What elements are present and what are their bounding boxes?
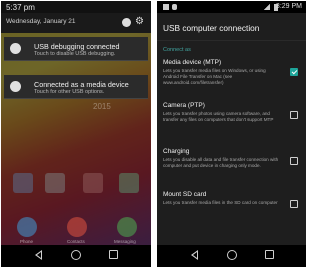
gear-icon[interactable]: ⚙: [135, 17, 145, 27]
app-icon: [45, 173, 65, 193]
option-title: Media device (MTP): [163, 59, 222, 66]
messaging-app-label: Messaging: [114, 239, 136, 244]
camera-checkbox[interactable]: [290, 111, 298, 119]
notification-media-device[interactable]: Connected as a media device Touch for ot…: [4, 75, 148, 99]
back-icon[interactable]: [191, 250, 198, 260]
contacts-app-icon[interactable]: [67, 217, 87, 237]
left-phone-screen: 5:37 pm Wednesday, January 21 ⚙ USB debu…: [1, 1, 151, 267]
mount-sd-checkbox[interactable]: [290, 200, 298, 208]
android-debug-icon: [10, 43, 21, 54]
messaging-app-icon[interactable]: [117, 217, 137, 237]
wallpaper-watermark: 2015: [93, 102, 111, 111]
notification-subtitle: Touch for other USB options.: [34, 89, 105, 95]
status-bar: 3:29 PM: [157, 1, 306, 13]
navigation-bar: [1, 245, 151, 267]
option-description: Lets you transfer media files on Windows…: [163, 68, 266, 85]
media-device-checkbox[interactable]: [290, 68, 298, 76]
app-bar: USB computer connection: [157, 13, 306, 41]
option-description: Lets you transfer photos using camera so…: [163, 111, 274, 122]
status-time: 3:29 PM: [275, 3, 302, 10]
option-description: Lets you disable all data and file trans…: [163, 157, 279, 168]
right-phone-screen: 3:29 PM USB computer connection Connect …: [157, 1, 306, 267]
contacts-app-label: Contacts: [67, 239, 85, 244]
notification-status-icon: [163, 4, 169, 10]
usb-icon: [10, 81, 21, 92]
option-title: Charging: [163, 148, 190, 155]
notification-header: Wednesday, January 21 ⚙: [1, 13, 151, 33]
notification-title: Connected as a media device: [34, 80, 129, 89]
recent-apps-icon[interactable]: [109, 250, 118, 259]
option-mount-sd[interactable]: Mount SD card Lets you transfer media fi…: [157, 191, 306, 221]
page-title: USB computer connection: [163, 23, 260, 33]
user-icon[interactable]: [122, 18, 131, 27]
option-title: Camera (PTP): [163, 102, 205, 109]
notification-usb-debugging[interactable]: USB debugging connected Touch to disable…: [4, 37, 148, 61]
status-time: 5:37 pm: [6, 3, 35, 12]
status-bar: 5:37 pm: [1, 1, 151, 13]
phone-app-label: Phone: [20, 239, 34, 244]
charging-checkbox[interactable]: [290, 157, 298, 165]
option-charging[interactable]: Charging Lets you disable all data and f…: [157, 148, 306, 184]
option-media-device[interactable]: Media device (MTP) Lets you transfer med…: [157, 59, 306, 95]
notification-subtitle: Touch to disable USB debugging.: [34, 51, 116, 57]
app-icon: [83, 173, 103, 193]
date-label: Wednesday, January 21: [6, 18, 76, 25]
home-icon[interactable]: [71, 250, 81, 260]
app-icon: [119, 173, 139, 193]
signal-icon: [263, 4, 270, 10]
notification-title: USB debugging connected: [34, 42, 120, 51]
section-header: Connect as: [163, 47, 191, 53]
home-icon[interactable]: [227, 250, 237, 260]
app-icon: [13, 173, 33, 193]
android-status-icon: [172, 4, 177, 10]
recent-apps-icon[interactable]: [265, 250, 274, 259]
back-icon[interactable]: [35, 250, 42, 260]
option-description: Lets you transfer media files in the SD …: [163, 200, 278, 205]
navigation-bar: [157, 245, 306, 267]
phone-app-icon[interactable]: [17, 217, 37, 237]
option-title: Mount SD card: [163, 191, 207, 198]
option-camera[interactable]: Camera (PTP) Lets you transfer photos us…: [157, 102, 306, 138]
